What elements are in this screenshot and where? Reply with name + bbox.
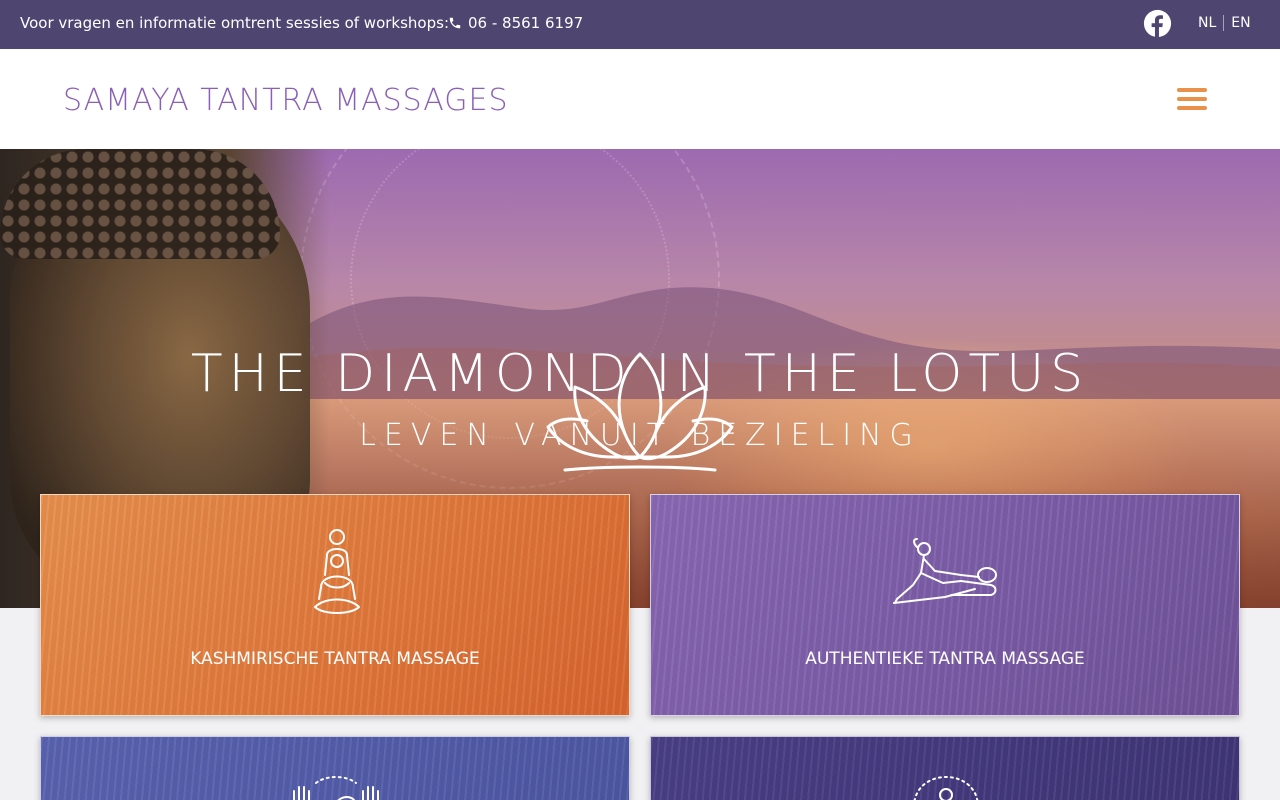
top-bar: Voor vragen en informatie omtrent sessie… xyxy=(0,0,1280,49)
lang-nl-link[interactable]: NL xyxy=(1198,15,1216,31)
hero-subtitle: LEVEN VANUIT BEZIELING xyxy=(359,418,921,453)
site-logo[interactable]: SAMAYA TANTRA MASSAGES xyxy=(63,83,509,118)
card-label: KASHMIRISCHE TANTRA MASSAGE xyxy=(190,649,480,669)
card-authentieke-tantra-massage[interactable]: AUTHENTIEKE TANTRA MASSAGE xyxy=(650,494,1240,716)
figure-aura-icon xyxy=(913,775,979,800)
card-kashmirische-tantra-massage[interactable]: KASHMIRISCHE TANTRA MASSAGE xyxy=(40,494,630,716)
phone-link[interactable]: 06 - 8561 6197 xyxy=(448,14,583,32)
facebook-icon[interactable] xyxy=(1143,9,1172,38)
language-switcher: NL EN xyxy=(1198,15,1251,31)
contact-info-text: Voor vragen en informatie omtrent sessie… xyxy=(20,14,449,32)
site-header: SAMAYA TANTRA MASSAGES xyxy=(0,49,1280,149)
hamburger-menu-icon[interactable] xyxy=(1177,88,1207,110)
lang-en-link[interactable]: EN xyxy=(1231,15,1250,31)
hero-title: THE DIAMOND IN THE LOTUS xyxy=(190,344,1090,404)
card-service-3[interactable] xyxy=(40,736,630,800)
card-label: AUTHENTIEKE TANTRA MASSAGE xyxy=(805,649,1085,669)
card-service-4[interactable] xyxy=(650,736,1240,800)
lang-separator xyxy=(1223,15,1225,31)
massage-icon xyxy=(893,538,997,604)
meditation-couple-icon xyxy=(314,529,360,614)
phone-icon xyxy=(449,17,461,29)
hands-icon xyxy=(293,776,379,800)
phone-number: 06 - 8561 6197 xyxy=(468,14,584,32)
